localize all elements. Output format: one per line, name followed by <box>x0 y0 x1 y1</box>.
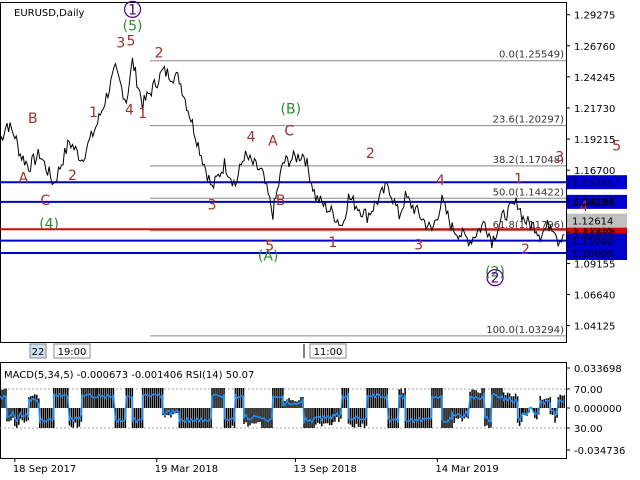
fib-label: 50.0(1.14422) <box>493 187 565 198</box>
wave-label: (B) <box>281 101 302 117</box>
fib-label: 0.0(1.25549) <box>499 50 564 61</box>
wave-label: A <box>268 133 278 149</box>
wave-label: 2 <box>366 146 375 162</box>
y-tick-label: 1.19215 <box>574 135 615 146</box>
wave-label: 4 <box>436 173 445 189</box>
y-tick-label: 1.04125 <box>574 322 615 333</box>
wave-label: B <box>28 111 38 127</box>
wave-label: 1 <box>328 235 337 251</box>
time-marker-label: 22 <box>32 347 45 358</box>
ind-tick-label: 30.00 <box>574 424 603 435</box>
fib-label: 23.6(1.20297) <box>493 115 565 126</box>
wave-label: 2 <box>155 46 164 62</box>
wave-label: 2 <box>521 242 530 258</box>
price-axis: 1.29275 1.26760 1.24245 1.21730 1.19215 1.167… <box>566 11 615 333</box>
wave-label: (4) <box>39 216 59 232</box>
wave-label: A <box>19 171 29 187</box>
level-tag-label: 1.15725 <box>572 178 613 189</box>
main-chart-area[interactable] <box>0 2 567 343</box>
time-marker-label: 19:00 <box>58 347 87 358</box>
wave-label: 3 <box>116 36 125 52</box>
y-tick-label: 1.26760 <box>574 42 615 53</box>
wave-label: B <box>276 193 286 209</box>
wave-label: 1 <box>128 2 137 18</box>
ind-tick-label: 70.00 <box>574 385 603 396</box>
level-tag-label: 1.10000 <box>572 249 613 260</box>
y-tick-label: 1.14185 <box>574 197 615 208</box>
time-marker-label: 11:00 <box>314 347 343 358</box>
x-tick-label: 19 Mar 2018 <box>155 464 218 475</box>
wave-label: 5 <box>127 33 136 49</box>
y-tick-label: 1.21730 <box>574 104 615 115</box>
y-tick-label: 1.09155 <box>574 259 615 270</box>
fib-label: 100.0(1.03294) <box>486 325 564 336</box>
wave-label: 1 <box>514 172 523 188</box>
ind-tick-label: 0.033698 <box>574 364 622 375</box>
chart-title: EURUSD,Daily <box>14 8 85 19</box>
wave-label: 3 <box>208 198 217 214</box>
price-chart[interactable]: 0.0(1.25549)23.6(1.20297)38.2(1.17048)50… <box>0 0 640 480</box>
time-axis: 18 Sep 2017 19 Mar 2018 13 Sep 2018 14 Mar … <box>13 458 499 475</box>
y-tick-label: 1.06640 <box>574 291 615 302</box>
wave-label: 3 <box>414 237 423 253</box>
wave-label: 1 <box>89 105 98 121</box>
wave-label: 2 <box>68 168 77 184</box>
fib-label: 38.2(1.17048) <box>493 155 565 166</box>
ind-tick-label: -0.034736 <box>574 446 625 457</box>
y-tick-label: 1.29275 <box>574 11 615 22</box>
x-tick-label: 14 Mar 2019 <box>435 464 498 475</box>
wave-label: (5) <box>123 18 143 34</box>
wave-label: 4 <box>125 103 134 119</box>
y-tick-label: 1.11670 <box>574 228 615 239</box>
wave-label: 4 <box>247 130 256 146</box>
time-markers: 22 19:00 11:00 <box>29 343 347 359</box>
y-tick-label: 1.24245 <box>574 73 615 84</box>
wave-label: (A) <box>258 248 279 264</box>
indicator-label: MACD(5,34,5) -0.000673 -0.001406 RSI(14)… <box>4 370 254 381</box>
wave-label: C <box>40 193 50 209</box>
y-tick-label: 1.16700 <box>574 166 615 177</box>
x-tick-label: 13 Sep 2018 <box>293 464 356 475</box>
x-tick-label: 18 Sep 2017 <box>13 464 76 475</box>
wave-label: C <box>284 124 294 140</box>
wave-label: 1 <box>138 106 147 122</box>
wave-label: 3 <box>555 149 564 165</box>
ind-tick-label: 0.000000 <box>574 404 622 415</box>
wave-label: 2 <box>491 271 500 287</box>
current-price-label: 1.12614 <box>572 217 613 228</box>
